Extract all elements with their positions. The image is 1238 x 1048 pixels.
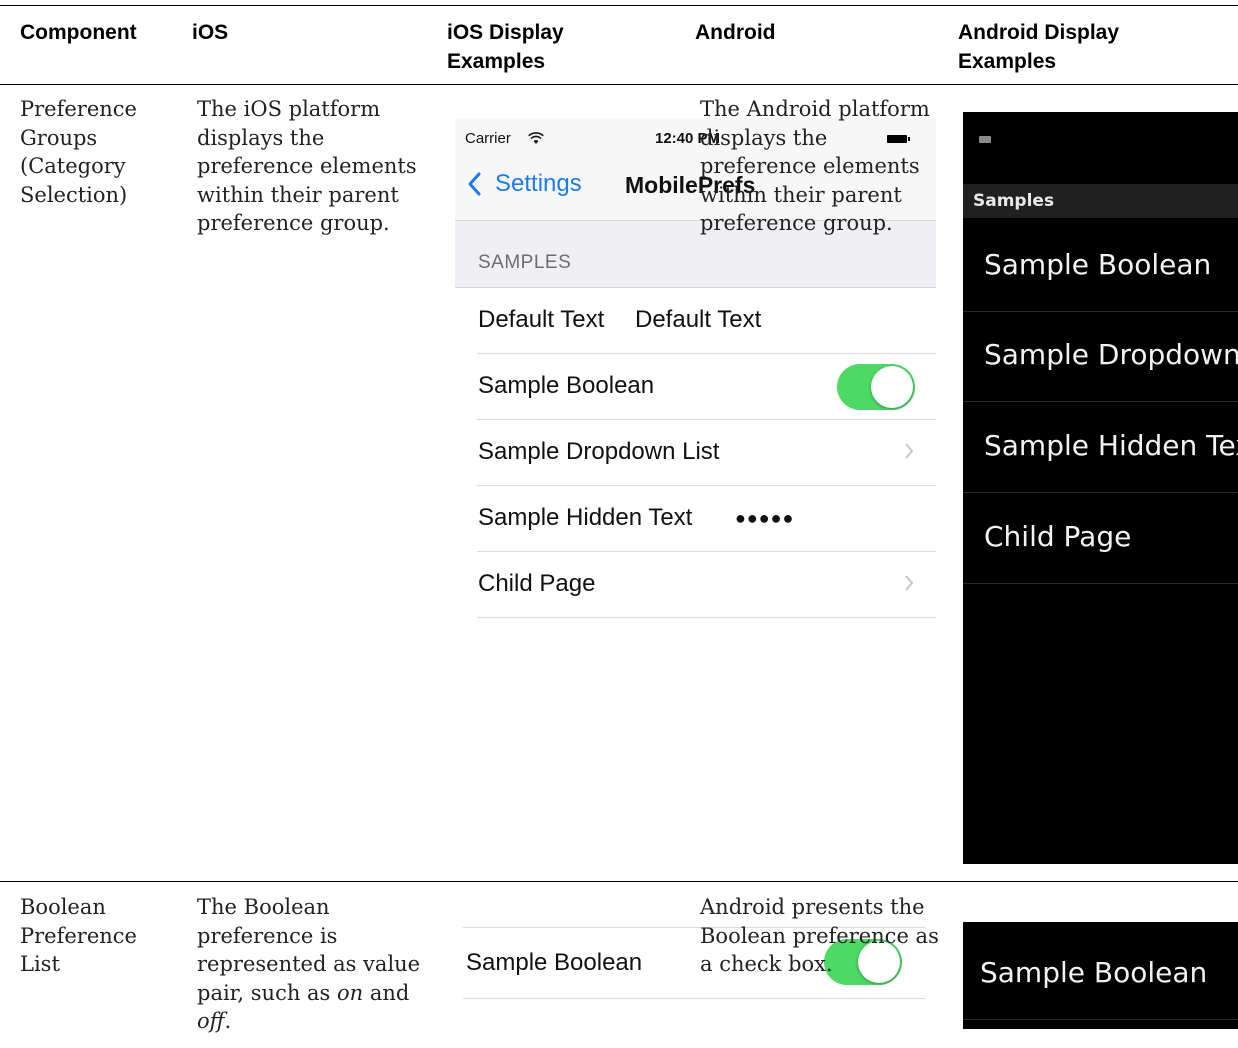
- header-component: Component: [20, 21, 137, 44]
- row1-component: Preference Groups (Category Selection): [20, 97, 137, 207]
- ios-row-sample-dropdown[interactable]: Sample Dropdown List: [455, 420, 936, 486]
- chevron-right-icon: [905, 575, 914, 591]
- ios-row-label: Sample Boolean: [478, 372, 655, 399]
- header-android-display: Android Display Examples: [958, 21, 1120, 73]
- android-header-label: Samples: [973, 191, 1055, 211]
- chevron-right-icon: [905, 443, 914, 459]
- ios-row-label: Sample Hidden Text: [478, 504, 693, 531]
- table-top-rule: [0, 5, 1238, 6]
- row2-ios-off: off: [197, 1009, 225, 1033]
- divider: [963, 401, 1238, 402]
- ios-section-label: SAMPLES: [478, 252, 572, 273]
- android-row-label: Sample Boolean: [984, 248, 1212, 281]
- row1-android-description: The Android platform displays the prefer…: [700, 97, 930, 235]
- divider: [963, 492, 1238, 493]
- row2-android-description: Android presents the Boolean preference …: [700, 895, 939, 976]
- divider: [463, 998, 925, 999]
- android-status-bar: [963, 112, 1238, 174]
- android-row-label: Child Page: [984, 520, 1132, 553]
- back-chevron-icon[interactable]: [467, 172, 481, 196]
- android-row-label: Sample Hidden Tex: [984, 429, 1238, 462]
- wifi-icon: [528, 132, 544, 144]
- row2-ios-on: on: [337, 980, 364, 1005]
- divider: [963, 583, 1238, 584]
- android-row-sample-boolean[interactable]: Sample Boolean: [963, 222, 1238, 312]
- android-category-header: Samples: [963, 184, 1238, 218]
- ios-boolean-label: Sample Boolean: [466, 949, 643, 976]
- android-boolean-example: Sample Boolean: [963, 922, 1238, 1029]
- ios-row-value: Default Text: [635, 306, 762, 333]
- ios-row-label: Sample Dropdown List: [478, 438, 720, 465]
- divider: [477, 617, 936, 618]
- divider: [963, 1019, 1238, 1020]
- row-separator-rule: [0, 881, 1238, 882]
- header-android: Android: [695, 21, 776, 44]
- toggle-knob: [871, 366, 913, 408]
- android-row-sample-hidden-text[interactable]: Sample Hidden Tex: [963, 403, 1238, 493]
- ios-row-label: Default Text: [478, 306, 605, 333]
- ios-row-label: Child Page: [478, 570, 596, 597]
- android-row-sample-dropdown[interactable]: Sample Dropdown: [963, 312, 1238, 402]
- ios-row-sample-hidden-text[interactable]: Sample Hidden Text ●●●●●: [455, 486, 936, 552]
- android-display-example: Samples Sample Boolean Sample Dropdown S…: [963, 112, 1238, 864]
- ios-hidden-value: ●●●●●: [735, 508, 795, 528]
- header-ios-display: iOS Display Examples: [447, 21, 564, 73]
- ios-row-sample-boolean: Sample Boolean: [455, 354, 936, 420]
- notification-icon: [979, 136, 991, 143]
- ios-back-button[interactable]: Settings: [495, 170, 582, 198]
- row2-ios-text-b: and: [363, 980, 410, 1005]
- row2-ios-description: The Boolean preference is represented as…: [197, 893, 425, 1036]
- ios-boolean-toggle[interactable]: [837, 364, 915, 410]
- ios-carrier: Carrier: [465, 130, 511, 147]
- ios-row-child-page[interactable]: Child Page: [455, 552, 936, 618]
- row2-ios-text-c: .: [224, 1009, 232, 1033]
- android-boolean-label[interactable]: Sample Boolean: [980, 956, 1207, 989]
- row1-ios-description: The iOS platform displays the preference…: [197, 97, 417, 235]
- header-ios: iOS: [192, 21, 229, 44]
- row2-component: Boolean Preference List: [20, 895, 137, 976]
- android-row-label: Sample Dropdown: [984, 338, 1238, 371]
- ios-row-default-text[interactable]: Default Text Default Text: [455, 288, 936, 354]
- header-bottom-rule: [0, 84, 1238, 85]
- android-row-child-page[interactable]: Child Page: [963, 494, 1238, 584]
